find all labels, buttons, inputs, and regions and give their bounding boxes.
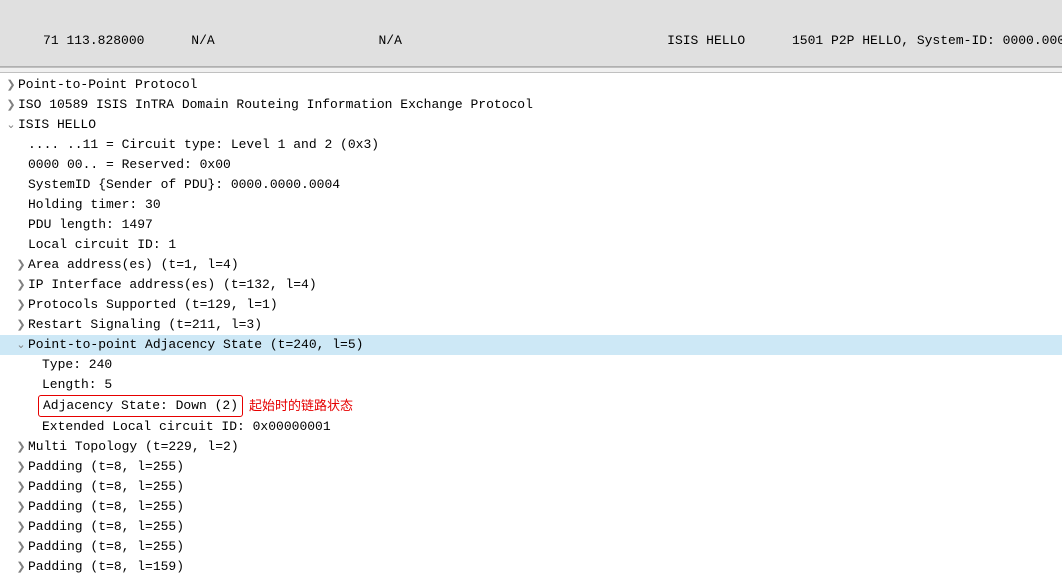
- tree-item-padding[interactable]: ❯ Padding (t=8, l=255): [0, 517, 1062, 537]
- chevron-right-icon[interactable]: ❯: [14, 557, 28, 577]
- tree-item-reserved[interactable]: 0000 00.. = Reserved: 0x00: [0, 155, 1062, 175]
- tree-item-p2p-adjacency-state[interactable]: ⌄ Point-to-point Adjacency State (t=240,…: [0, 335, 1062, 355]
- col-no: 71: [43, 33, 59, 48]
- packet-row[interactable]: 71 113.828000 N/A N/A ISIS HELLO 1501 P2…: [0, 32, 1062, 49]
- tree-label: Padding (t=8, l=159): [28, 557, 184, 577]
- tree-item-adj-type[interactable]: Type: 240: [0, 355, 1062, 375]
- tree-item-padding[interactable]: ❯ Padding (t=8, l=255): [0, 497, 1062, 517]
- tree-label: IP Interface address(es) (t=132, l=4): [28, 275, 317, 295]
- tree-label: Local circuit ID: 1: [28, 235, 176, 255]
- spacer: [28, 355, 42, 375]
- tree-item-protocols-supported[interactable]: ❯ Protocols Supported (t=129, l=1): [0, 295, 1062, 315]
- spacer: [14, 135, 28, 155]
- spacer: [14, 235, 28, 255]
- chevron-right-icon[interactable]: ❯: [14, 517, 28, 537]
- spacer: [14, 175, 28, 195]
- chevron-right-icon[interactable]: ❯: [14, 275, 28, 295]
- packet-details-tree: ❯ Point-to-Point Protocol ❯ ISO 10589 IS…: [0, 73, 1062, 587]
- tree-label: Protocols Supported (t=129, l=1): [28, 295, 278, 315]
- tree-item-ip-interface-addresses[interactable]: ❯ IP Interface address(es) (t=132, l=4): [0, 275, 1062, 295]
- chevron-right-icon[interactable]: ❯: [14, 477, 28, 497]
- chevron-right-icon[interactable]: ❯: [14, 437, 28, 457]
- spacer: [28, 375, 42, 395]
- tree-label: Padding (t=8, l=255): [28, 537, 184, 557]
- packet-list-pane: 71 113.828000 N/A N/A ISIS HELLO 1501 P2…: [0, 0, 1062, 67]
- annotation-text: 起始时的链路状态: [249, 396, 353, 416]
- tree-label: Multi Topology (t=229, l=2): [28, 437, 239, 457]
- tree-label: ISO 10589 ISIS InTRA Domain Routeing Inf…: [18, 95, 533, 115]
- tree-item-isis-hello[interactable]: ⌄ ISIS HELLO: [0, 115, 1062, 135]
- chevron-right-icon[interactable]: ❯: [14, 295, 28, 315]
- tree-item-iso[interactable]: ❯ ISO 10589 ISIS InTRA Domain Routeing I…: [0, 95, 1062, 115]
- col-source: N/A: [191, 33, 214, 48]
- spacer: [14, 195, 28, 215]
- chevron-right-icon[interactable]: ❯: [14, 497, 28, 517]
- tree-label: Point-to-point Adjacency State (t=240, l…: [28, 335, 363, 355]
- tree-item-padding[interactable]: ❯ Padding (t=8, l=255): [0, 457, 1062, 477]
- tree-item-multi-topology[interactable]: ❯ Multi Topology (t=229, l=2): [0, 437, 1062, 457]
- tree-label: Extended Local circuit ID: 0x00000001: [42, 417, 331, 437]
- tree-item-restart-signaling[interactable]: ❯ Restart Signaling (t=211, l=3): [0, 315, 1062, 335]
- tree-item-padding[interactable]: ❯ Padding (t=8, l=255): [0, 537, 1062, 557]
- tree-item-holding-timer[interactable]: Holding timer: 30: [0, 195, 1062, 215]
- col-time: 113.828000: [66, 33, 144, 48]
- tree-label: ISIS HELLO: [18, 115, 96, 135]
- chevron-right-icon[interactable]: ❯: [14, 255, 28, 275]
- col-length: 1501: [792, 33, 823, 48]
- tree-item-pdu-length[interactable]: PDU length: 1497: [0, 215, 1062, 235]
- tree-label: Padding (t=8, l=255): [28, 517, 184, 537]
- spacer: [14, 215, 28, 235]
- tree-label: Padding (t=8, l=255): [28, 477, 184, 497]
- col-destination: N/A: [379, 33, 402, 48]
- tree-label: Type: 240: [42, 355, 112, 375]
- tree-label: Point-to-Point Protocol: [18, 75, 197, 95]
- tree-label: PDU length: 1497: [28, 215, 153, 235]
- chevron-right-icon[interactable]: ❯: [14, 537, 28, 557]
- chevron-right-icon[interactable]: ❯: [14, 457, 28, 477]
- highlighted-adjacency-state: Adjacency State: Down (2): [38, 395, 243, 417]
- tree-item-ppp[interactable]: ❯ Point-to-Point Protocol: [0, 75, 1062, 95]
- tree-item-local-circuit-id[interactable]: Local circuit ID: 1: [0, 235, 1062, 255]
- chevron-down-icon[interactable]: ⌄: [14, 335, 28, 355]
- tree-item-extended-local-circuit-id[interactable]: Extended Local circuit ID: 0x00000001: [0, 417, 1062, 437]
- col-protocol: ISIS HELLO: [667, 33, 745, 48]
- spacer: [28, 417, 42, 437]
- tree-label: Padding (t=8, l=255): [28, 497, 184, 517]
- tree-label: Area address(es) (t=1, l=4): [28, 255, 239, 275]
- chevron-right-icon[interactable]: ❯: [4, 75, 18, 95]
- tree-item-padding[interactable]: ❯ Padding (t=8, l=255): [0, 477, 1062, 497]
- tree-item-circuit-type[interactable]: .... ..11 = Circuit type: Level 1 and 2 …: [0, 135, 1062, 155]
- col-info: P2P HELLO, System-ID: 0000.0000.0004: [831, 33, 1062, 48]
- tree-item-adjacency-state[interactable]: Adjacency State: Down (2) 起始时的链路状态: [0, 395, 1062, 417]
- spacer: [14, 155, 28, 175]
- tree-label: Holding timer: 30: [28, 195, 161, 215]
- tree-item-padding[interactable]: ❯ Padding (t=8, l=159): [0, 557, 1062, 577]
- tree-label: SystemID {Sender of PDU}: 0000.0000.0004: [28, 175, 340, 195]
- tree-label: Padding (t=8, l=255): [28, 457, 184, 477]
- tree-label: 0000 00.. = Reserved: 0x00: [28, 155, 231, 175]
- chevron-right-icon[interactable]: ❯: [14, 315, 28, 335]
- tree-label: Length: 5: [42, 375, 112, 395]
- tree-item-adj-length[interactable]: Length: 5: [0, 375, 1062, 395]
- chevron-right-icon[interactable]: ❯: [4, 95, 18, 115]
- tree-item-area-addresses[interactable]: ❯ Area address(es) (t=1, l=4): [0, 255, 1062, 275]
- tree-label: .... ..11 = Circuit type: Level 1 and 2 …: [28, 135, 379, 155]
- tree-item-systemid[interactable]: SystemID {Sender of PDU}: 0000.0000.0004: [0, 175, 1062, 195]
- tree-label: Restart Signaling (t=211, l=3): [28, 315, 262, 335]
- chevron-down-icon[interactable]: ⌄: [4, 115, 18, 135]
